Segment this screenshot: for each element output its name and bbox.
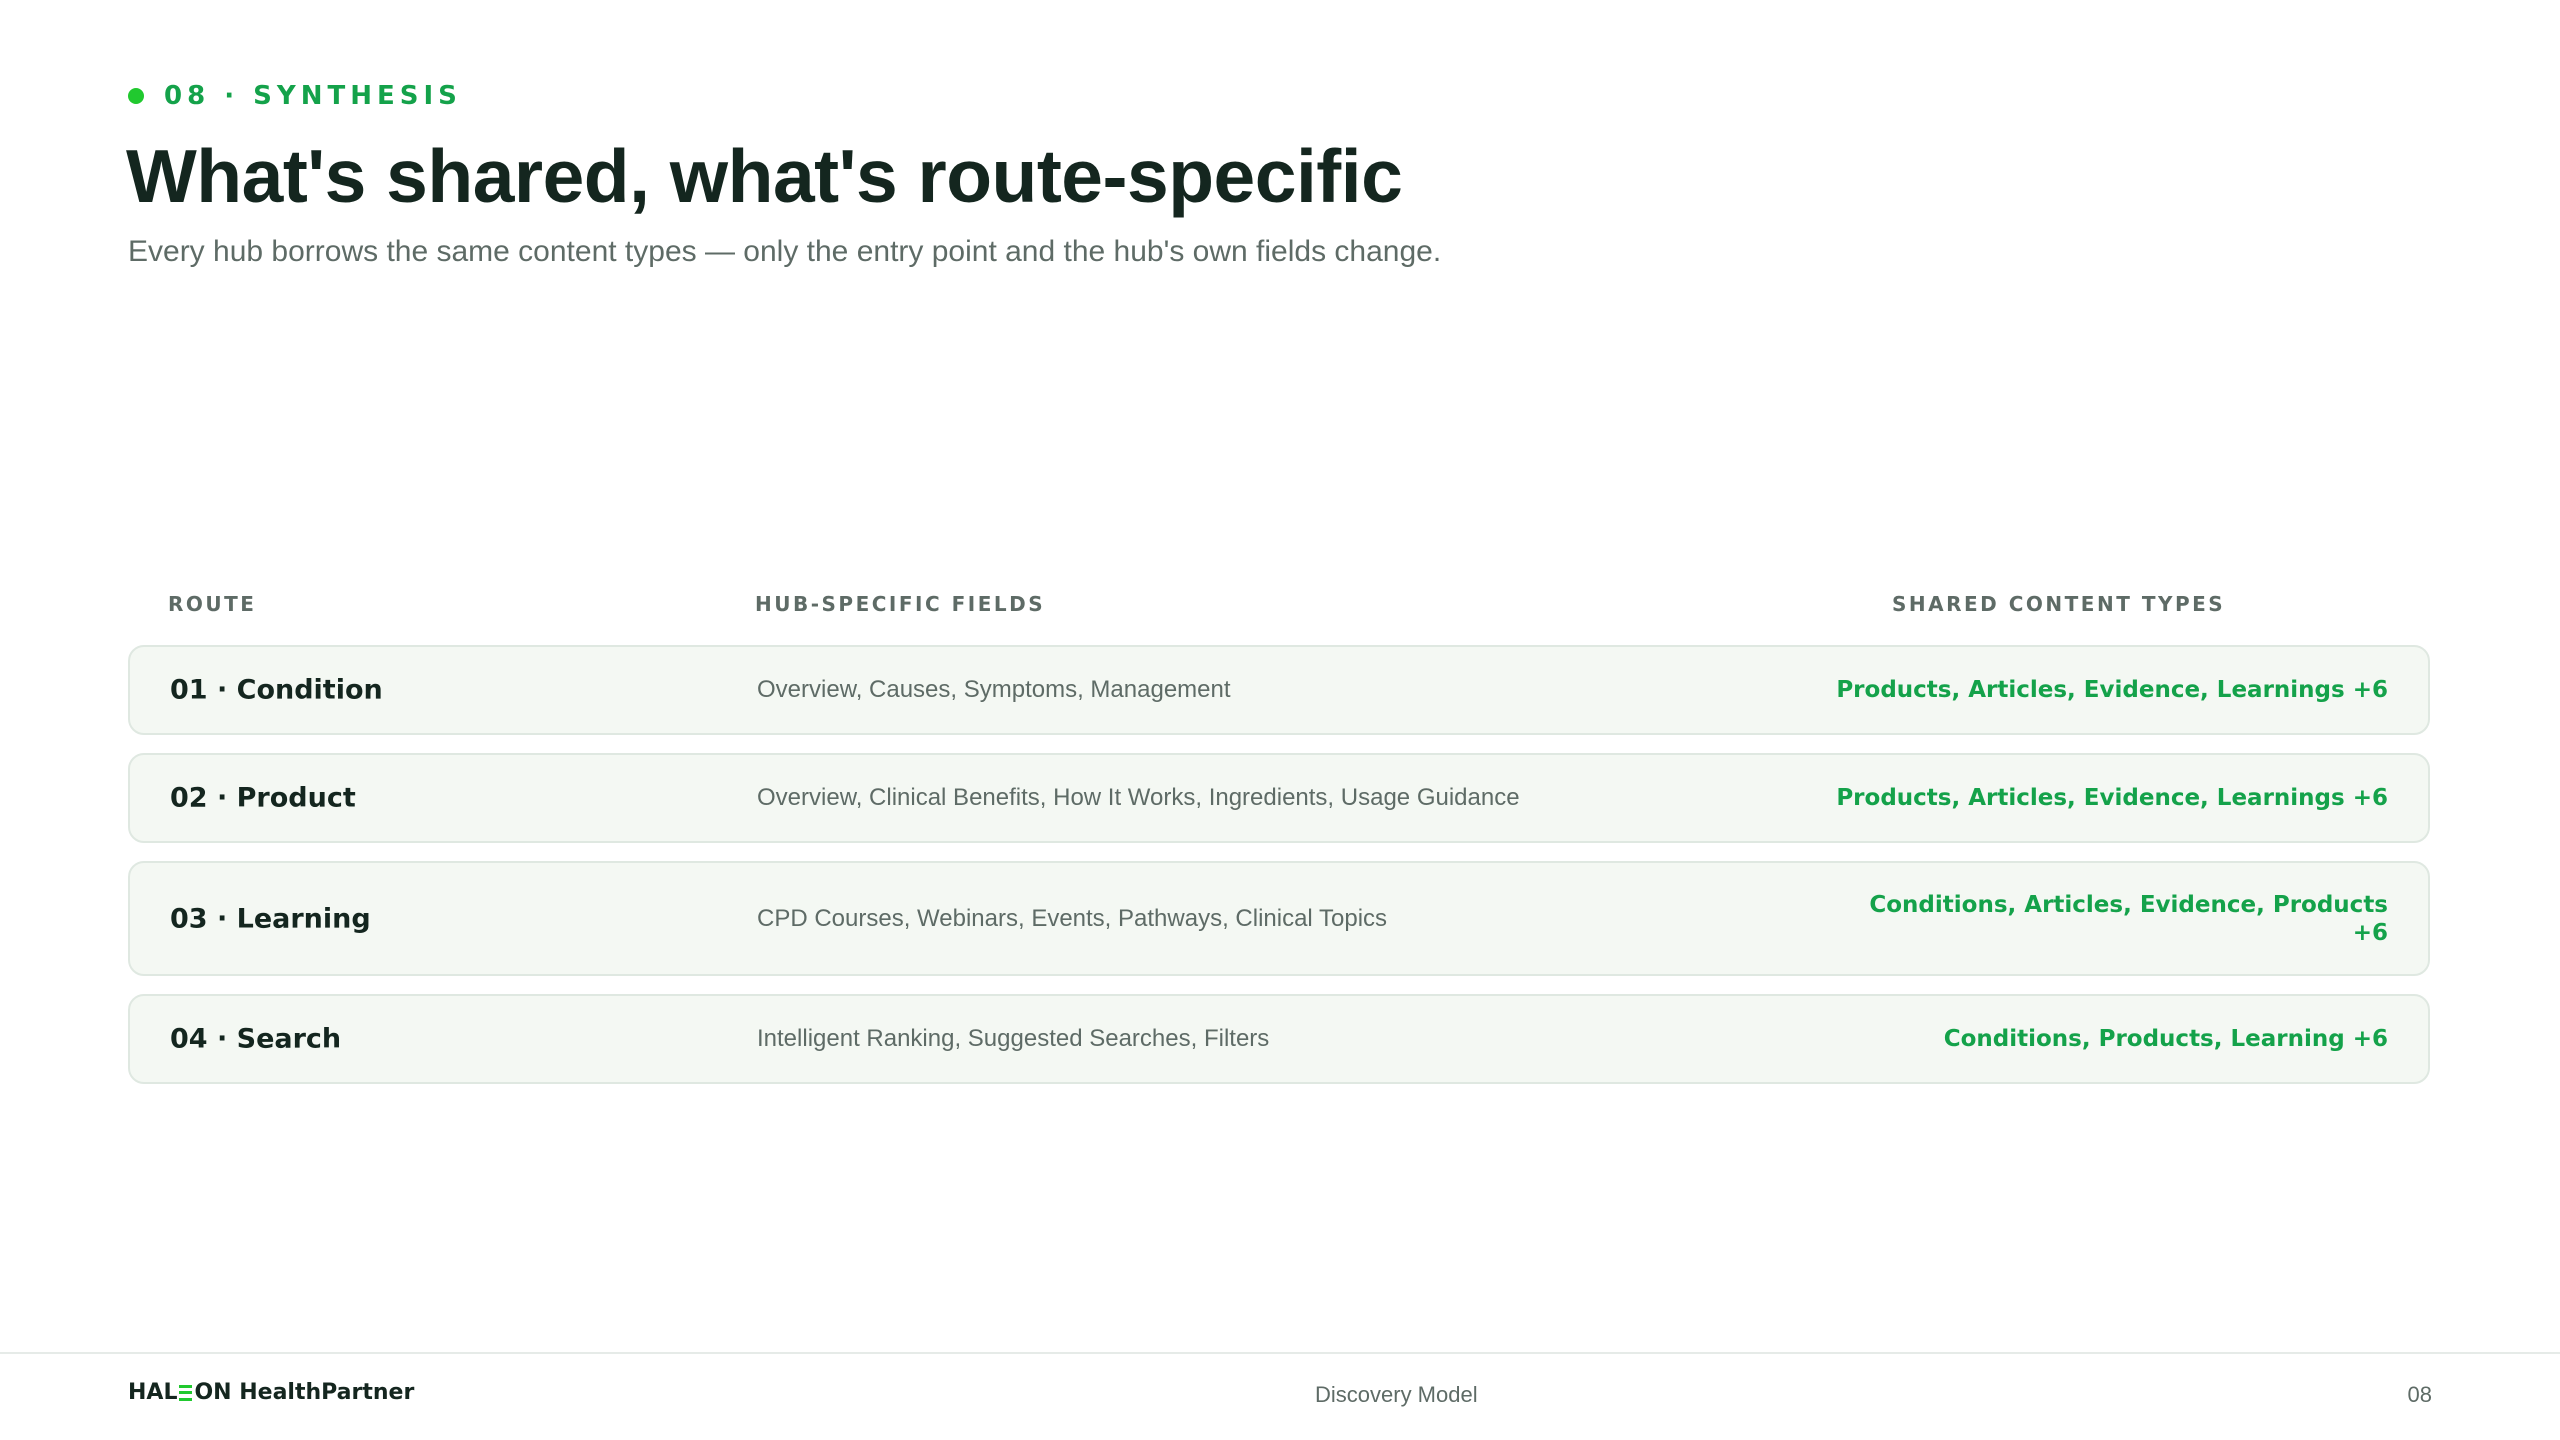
route-name: 02 · Product: [170, 782, 356, 814]
shared-types-text: Conditions, Products, Learning +6: [1943, 1026, 2388, 1052]
brand-name-suffix: ON HealthPartner: [194, 1380, 415, 1405]
route-name: 03 · Learning: [170, 903, 371, 934]
hub-fields-text: CPD Courses, Webinars, Events, Pathways,…: [757, 904, 1388, 932]
hub-fields-text: Overview, Clinical Benefits, How It Work…: [757, 784, 1520, 811]
hub-fields-text: Overview, Causes, Symptoms, Management: [757, 676, 1231, 703]
brand-e-mark-icon: [179, 1384, 193, 1401]
footer-deck-title: Discovery Model: [1315, 1382, 1478, 1407]
shared-types-text: Products, Articles, Evidence, Learnings …: [1836, 677, 2388, 703]
table-row: 03 · Learning CPD Courses, Webinars, Eve…: [128, 861, 2430, 976]
section-label: 08 · SYNTHESIS: [164, 81, 462, 111]
page-number: 08: [2407, 1382, 2432, 1407]
table-row: 04 · Search Intelligent Ranking, Suggest…: [128, 994, 2430, 1084]
page-subtitle: Every hub borrows the same content types…: [128, 235, 1442, 268]
section-dot-icon: [128, 88, 144, 104]
shared-types-text: Products, Articles, Evidence, Learnings …: [1836, 785, 2388, 811]
route-name: 01 · Condition: [170, 674, 383, 706]
section-eyebrow: 08 · SYNTHESIS: [128, 80, 462, 112]
column-header-shared-types: SHARED CONTENT TYPES: [1892, 592, 2226, 616]
route-name: 04 · Search: [170, 1023, 342, 1055]
table-row: 01 · Condition Overview, Causes, Symptom…: [128, 645, 2430, 735]
footer-divider: [0, 1352, 2560, 1354]
column-header-route: ROUTE: [168, 592, 257, 616]
table-row: 02 · Product Overview, Clinical Benefits…: [128, 753, 2430, 843]
shared-types-text: Conditions, Articles, Evidence, Products…: [1869, 891, 2388, 946]
hub-fields-text: Intelligent Ranking, Suggested Searches,…: [757, 1025, 1270, 1052]
column-header-hub-fields: HUB-SPECIFIC FIELDS: [755, 592, 1046, 616]
brand-name-prefix: HAL: [128, 1380, 178, 1405]
page-title: What's shared, what's route-specific: [126, 134, 1403, 218]
brand-logo: HAL ON HealthPartner: [128, 1380, 414, 1405]
